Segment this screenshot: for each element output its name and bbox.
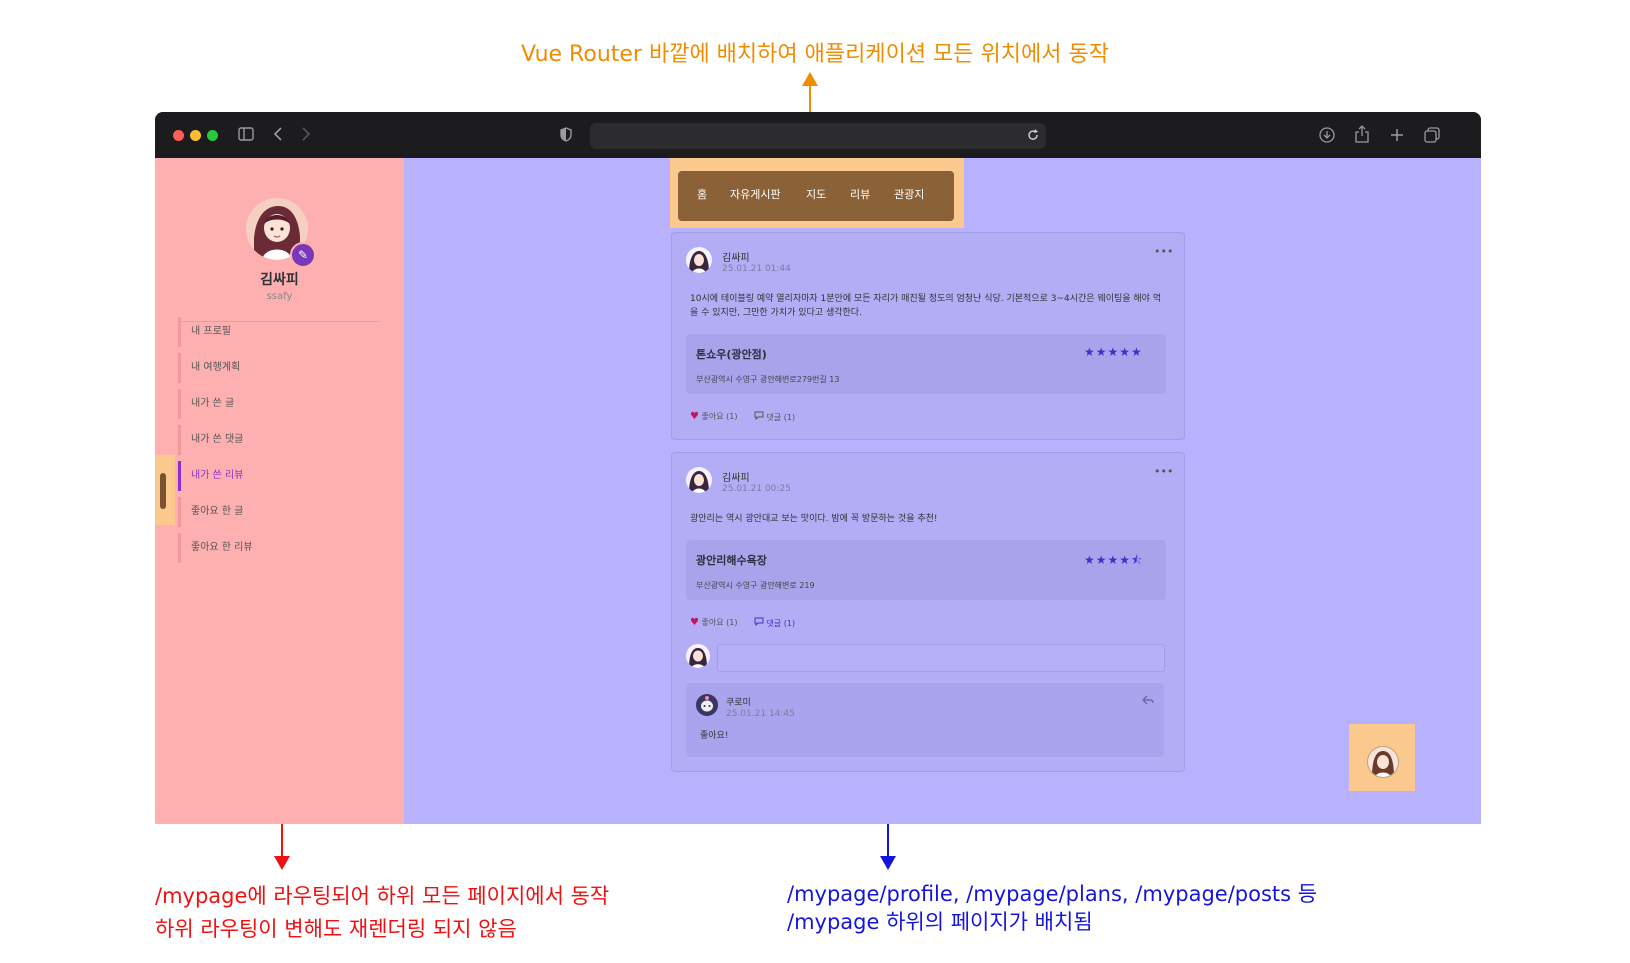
shield-icon[interactable] [560, 127, 572, 142]
comment-button[interactable]: 댓글 (1) [754, 617, 795, 629]
mypage-sidebar: ✎ 김싸피 ssafy 내 프로필 내 여행계획 내가 쓴 글 내가 쓴 댓글 … [155, 158, 404, 824]
sidebar-item-comments[interactable]: 내가 쓴 댓글 [178, 425, 358, 455]
comment-icon [754, 411, 764, 421]
more-icon[interactable]: ••• [1154, 465, 1173, 478]
annotation-arrow-blue [880, 822, 896, 870]
place-box[interactable]: 광안리해수욕장 ★★★★⯪ 부산광역시 수영구 광안해변로 219 [686, 540, 1166, 600]
nav-attractions[interactable]: 관광지 [894, 186, 924, 202]
back-icon[interactable] [273, 127, 283, 141]
post-date: 25.01.21 01:44 [722, 264, 791, 274]
heart-icon: ♥ [690, 411, 699, 422]
nav-home[interactable]: 홈 [697, 186, 707, 202]
sidebar-toggle-handle[interactable] [160, 473, 166, 509]
minimize-window-button[interactable] [190, 130, 201, 141]
comment-item: 쿠로미 25.01.21 14:45 좋아요! [686, 683, 1164, 757]
author-avatar-illustration [689, 251, 709, 273]
place-name: 톤쇼우(광안점) [696, 348, 767, 361]
comment-author: 쿠로미 [726, 698, 751, 708]
place-address: 부산광역시 수영구 광안해변로279번길 13 [696, 375, 840, 384]
browser-window: ✎ 김싸피 ssafy 내 프로필 내 여행계획 내가 쓴 글 내가 쓴 댓글 … [155, 112, 1481, 824]
my-avatar-illustration [689, 648, 707, 668]
address-bar[interactable] [590, 123, 1046, 149]
commenter-avatar[interactable] [696, 694, 718, 716]
sidebar-item-profile[interactable]: 내 프로필 [178, 317, 358, 347]
browser-titlebar [155, 112, 1481, 158]
like-count: 좋아요 (1) [701, 412, 738, 421]
rating-stars: ★★★★⯪ [1084, 553, 1144, 567]
forward-icon[interactable] [301, 127, 311, 141]
author-avatar[interactable] [686, 247, 712, 273]
comment-icon [754, 617, 764, 627]
share-icon[interactable] [1355, 125, 1369, 143]
profile-id: ssafy [266, 291, 293, 302]
reply-icon[interactable] [1142, 695, 1154, 705]
annotation-right: /mypage/profile, /mypage/plans, /mypage/… [787, 880, 1317, 936]
plus-icon[interactable] [1390, 128, 1404, 142]
profile-name: 김싸피 [260, 272, 299, 288]
author-avatar-illustration [689, 471, 709, 493]
annotation-left-line2: 하위 라우팅이 변해도 재렌더링 되지 않음 [155, 917, 517, 941]
heart-icon: ♥ [690, 617, 699, 628]
nav-map[interactable]: 지도 [806, 186, 826, 202]
place-box[interactable]: 톤쇼우(광안점) ★★★★★ 부산광역시 수영구 광안해변로279번길 13 [686, 334, 1166, 394]
nav-board[interactable]: 자유게시판 [730, 186, 781, 202]
post-text: 10시에 테이블링 예약 열리자마자 1분안에 모든 자리가 매진될 정도의 엄… [690, 292, 1170, 320]
like-button[interactable]: ♥ 좋아요 (1) [690, 617, 737, 628]
floating-chat-button[interactable] [1367, 746, 1399, 778]
download-icon[interactable] [1319, 127, 1335, 143]
tabs-icon[interactable] [1424, 127, 1440, 143]
review-card: 김싸피 25.01.21 01:44 ••• 10시에 테이블링 예약 열리자마… [671, 232, 1185, 440]
post-text-line2: 을 수 있지만, 그만한 가치가 있다고 생각한다. [690, 308, 862, 318]
commenter-avatar-illustration [696, 694, 718, 716]
annotation-arrow-red [274, 822, 290, 870]
rating-stars: ★★★★★ [1084, 345, 1143, 359]
comment-text: 좋아요! [700, 731, 729, 741]
my-avatar [686, 644, 710, 668]
post-date: 25.01.21 00:25 [722, 484, 791, 494]
post-text: 광안리는 역시 광안대교 보는 맛이다. 밤에 꼭 방문하는 것을 추천! [690, 514, 938, 524]
edit-icon[interactable]: ✎ [290, 242, 316, 268]
reload-icon[interactable] [1027, 129, 1039, 141]
sidebar-item-liked-reviews[interactable]: 좋아요 한 리뷰 [178, 533, 358, 563]
annotation-left: /mypage에 라우팅되어 하위 모든 페이지에서 동작 하위 라우팅이 변해… [155, 880, 609, 946]
comment-input[interactable] [717, 644, 1165, 672]
zoom-window-button[interactable] [207, 130, 218, 141]
post-author: 김싸피 [722, 253, 750, 264]
annotation-top: Vue Router 바깥에 배치하여 애플리케이션 모든 위치에서 동작 [521, 42, 1109, 67]
close-window-button[interactable] [173, 130, 184, 141]
sidebar-item-posts[interactable]: 내가 쓴 글 [178, 389, 358, 419]
comment-date: 25.01.21 14:45 [726, 709, 795, 719]
comment-count: 댓글 (1) [766, 413, 796, 422]
annotation-right-line2: /mypage 하위의 페이지가 배치됨 [787, 910, 1093, 934]
floating-avatar-illustration [1372, 751, 1394, 777]
review-card: 김싸피 25.01.21 00:25 ••• 광안리는 역시 광안대교 보는 맛… [671, 452, 1185, 772]
like-button[interactable]: ♥ 좋아요 (1) [690, 411, 737, 422]
more-icon[interactable]: ••• [1154, 245, 1173, 258]
post-text-line1: 10시에 테이블링 예약 열리자마자 1분안에 모든 자리가 매진될 정도의 엄… [690, 294, 1162, 304]
nav-review[interactable]: 리뷰 [850, 186, 870, 202]
sidebar-icon[interactable] [238, 127, 254, 141]
author-avatar[interactable] [686, 467, 712, 493]
annotation-right-line1: /mypage/profile, /mypage/plans, /mypage/… [787, 882, 1318, 906]
place-address: 부산광역시 수영구 광안해변로 219 [696, 581, 815, 590]
page-viewport: ✎ 김싸피 ssafy 내 프로필 내 여행계획 내가 쓴 글 내가 쓴 댓글 … [155, 158, 1481, 824]
sidebar-item-liked-posts[interactable]: 좋아요 한 글 [178, 497, 358, 527]
comment-button[interactable]: 댓글 (1) [754, 411, 795, 423]
sidebar-item-reviews[interactable]: 내가 쓴 리뷰 [178, 461, 358, 491]
comment-count: 댓글 (1) [766, 619, 796, 628]
sidebar-item-plans[interactable]: 내 여행계획 [178, 353, 358, 383]
annotation-left-line1: /mypage에 라우팅되어 하위 모든 페이지에서 동작 [155, 884, 610, 908]
post-author: 김싸피 [722, 473, 750, 484]
place-name: 광안리해수욕장 [696, 554, 767, 567]
like-count: 좋아요 (1) [701, 618, 738, 627]
